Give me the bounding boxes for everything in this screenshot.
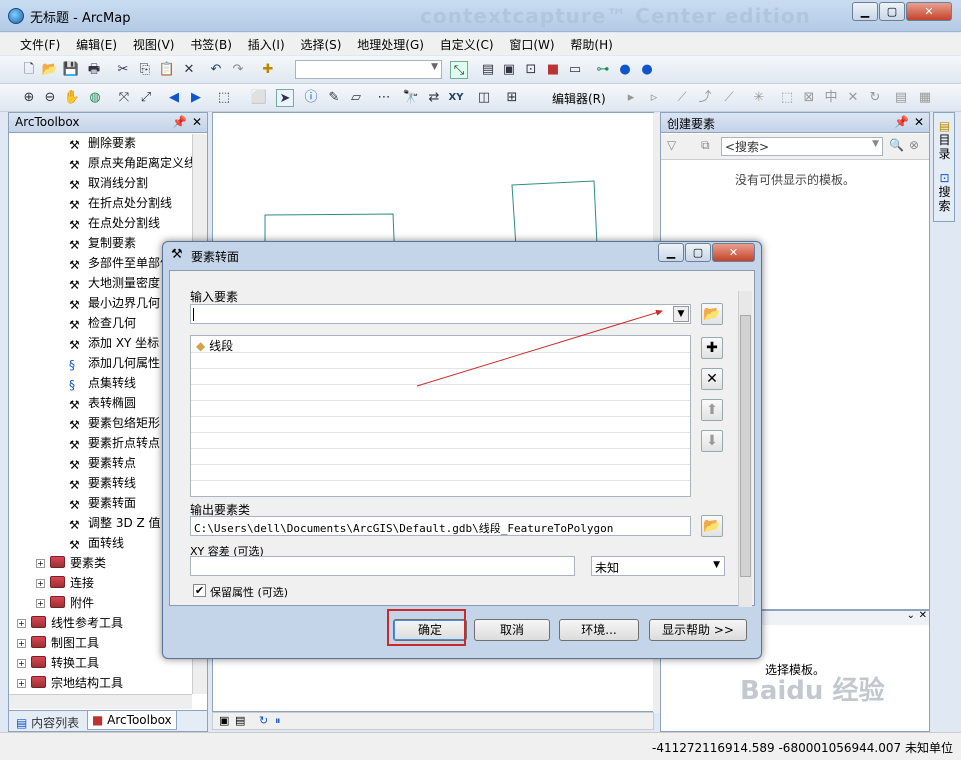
annotation-arrow [416, 309, 663, 387]
